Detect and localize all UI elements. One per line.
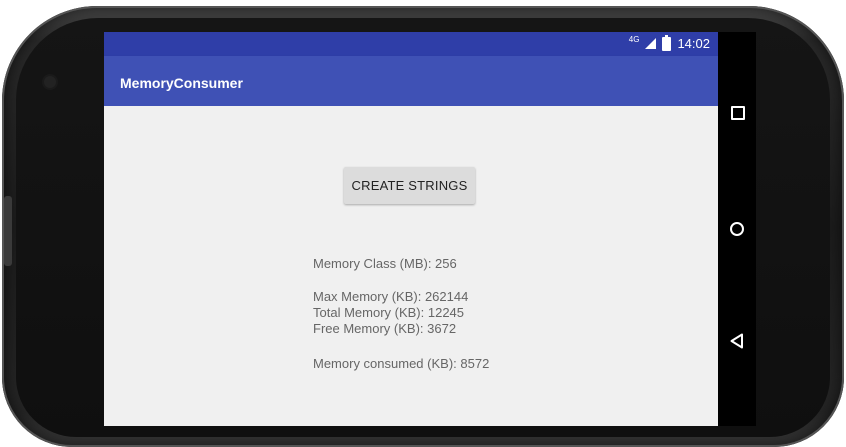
status-icons: 4G 14:02: [628, 34, 710, 51]
app-title: MemoryConsumer: [120, 75, 243, 91]
app-bar: MemoryConsumer: [104, 56, 718, 106]
main-content: CREATE STRINGS Memory Class (MB): 256 Ma…: [104, 106, 718, 426]
phone-screen: 4G 14:02 MemoryConsumer CREATE STRINGS M…: [104, 32, 756, 426]
max-memory-text: Max Memory (KB): 262144: [313, 289, 469, 304]
status-time: 14:02: [677, 36, 710, 51]
status-bar: 4G 14:02: [104, 32, 718, 56]
battery-icon: [662, 34, 672, 51]
create-strings-button[interactable]: CREATE STRINGS: [344, 167, 475, 204]
back-icon[interactable]: [729, 333, 745, 349]
memory-consumed-text: Memory consumed (KB): 8572: [313, 356, 490, 371]
total-memory-text: Total Memory (KB): 12245: [313, 305, 465, 320]
speaker-grille: [44, 76, 56, 88]
memory-class-text: Memory Class (MB): 256: [313, 256, 457, 271]
navigation-bar: [718, 32, 756, 426]
side-button: [4, 196, 12, 266]
recent-apps-icon[interactable]: [731, 106, 745, 120]
home-icon[interactable]: [730, 222, 744, 236]
network-type-label: 4G: [628, 35, 640, 44]
signal-icon: [645, 38, 657, 49]
free-memory-text: Free Memory (KB): 3672: [313, 321, 457, 336]
